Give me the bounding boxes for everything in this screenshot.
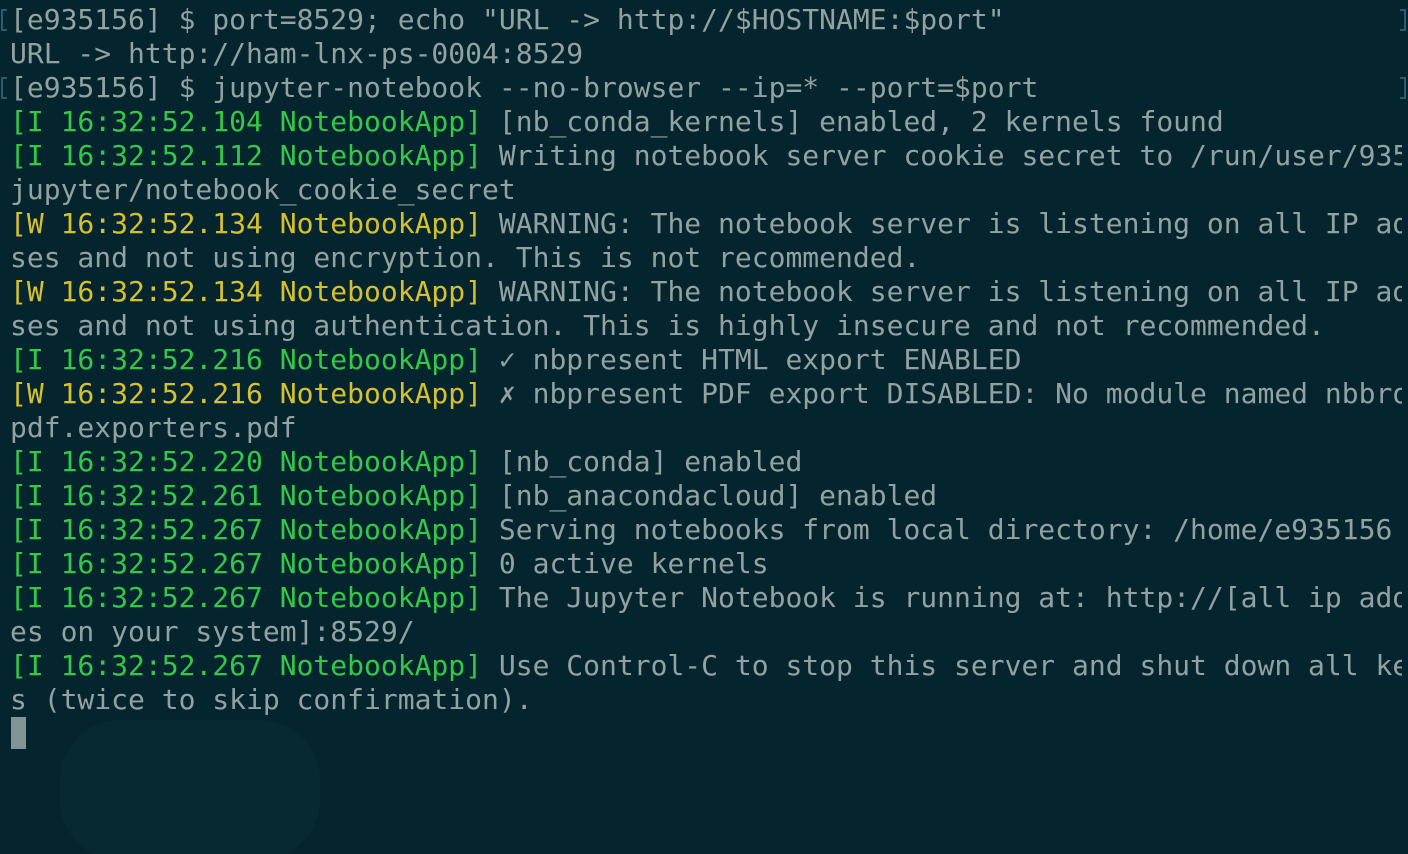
terminal-line: [e935156] $ jupyter-notebook --no-browse…: [10, 71, 1402, 105]
log-message: s (twice to skip confirmation).: [10, 683, 533, 716]
terminal-line: URL -> http://ham-lnx-ps-0004:8529: [10, 37, 1402, 71]
terminal-line: [I 16:32:52.267 NotebookApp] 0 active ke…: [10, 547, 1402, 581]
log-prefix-warning: [W 16:32:52.134 NotebookApp]: [10, 207, 483, 240]
log-message: ses and not using authentication. This i…: [10, 309, 1325, 342]
log-prefix-warning: [W 16:32:52.216 NotebookApp]: [10, 377, 483, 410]
log-prefix-info: [I 16:32:52.104 NotebookApp]: [10, 105, 483, 138]
terminal-line: [W 16:32:52.134 NotebookApp] WARNING: Th…: [10, 275, 1402, 309]
log-prefix-info: [I 16:32:52.261 NotebookApp]: [10, 479, 483, 512]
terminal-line: ses and not using encryption. This is no…: [10, 241, 1402, 275]
log-message: [nb_conda_kernels] enabled, 2 kernels fo…: [482, 105, 1224, 138]
terminal-line: es on your system]:8529/: [10, 615, 1402, 649]
log-message: Serving notebooks from local directory: …: [482, 513, 1393, 546]
log-message: WARNING: The notebook server is listenin…: [482, 275, 1402, 308]
terminal-line: [e935156] $ port=8529; echo "URL -> http…: [10, 3, 1402, 37]
log-message: ✓ nbpresent HTML export ENABLED: [482, 343, 1022, 376]
background-shadow: [60, 720, 320, 854]
log-message: 0 active kernels: [482, 547, 769, 580]
terminal-line: ses and not using authentication. This i…: [10, 309, 1402, 343]
log-prefix-info: [I 16:32:52.112 NotebookApp]: [10, 139, 483, 172]
terminal-output: [e935156] $ port=8529; echo "URL -> http…: [10, 3, 1402, 717]
prompt-mark-icon: [1, 77, 7, 99]
terminal-line: [I 16:32:52.216 NotebookApp] ✓ nbpresent…: [10, 343, 1402, 377]
log-message: WARNING: The notebook server is listenin…: [482, 207, 1402, 240]
terminal-window[interactable]: [e935156] $ port=8529; echo "URL -> http…: [0, 0, 1408, 854]
log-message: pdf.exporters.pdf: [10, 411, 297, 444]
log-message: URL -> http://ham-lnx-ps-0004:8529: [10, 37, 584, 70]
log-message: es on your system]:8529/: [10, 615, 415, 648]
terminal-line: [W 16:32:52.134 NotebookApp] WARNING: Th…: [10, 207, 1402, 241]
log-message: ✗ nbpresent PDF export DISABLED: No modu…: [482, 377, 1402, 410]
log-prefix-info: [I 16:32:52.267 NotebookApp]: [10, 547, 483, 580]
terminal-line: jupyter/notebook_cookie_secret: [10, 173, 1402, 207]
log-message: Writing notebook server cookie secret to…: [482, 139, 1402, 172]
terminal-line: pdf.exporters.pdf: [10, 411, 1402, 445]
log-message: jupyter/notebook_cookie_secret: [10, 173, 516, 206]
log-message: ses and not using encryption. This is no…: [10, 241, 921, 274]
terminal-line: [I 16:32:52.267 NotebookApp] Serving not…: [10, 513, 1402, 547]
log-prefix-info: [I 16:32:52.267 NotebookApp]: [10, 649, 483, 682]
log-prefix-info: [I 16:32:52.216 NotebookApp]: [10, 343, 483, 376]
log-message: Use Control-C to stop this server and sh…: [482, 649, 1402, 682]
terminal-line: s (twice to skip confirmation).: [10, 683, 1402, 717]
prompt-text: [e935156] $ jupyter-notebook --no-browse…: [10, 71, 1039, 104]
log-prefix-info: [I 16:32:52.267 NotebookApp]: [10, 581, 483, 614]
prompt-text: [e935156] $ port=8529; echo "URL -> http…: [10, 3, 1005, 36]
log-message: [nb_anacondacloud] enabled: [482, 479, 938, 512]
log-message: [nb_conda] enabled: [482, 445, 803, 478]
terminal-cursor: [11, 717, 26, 749]
log-prefix-info: [I 16:32:52.267 NotebookApp]: [10, 513, 483, 546]
terminal-line: [I 16:32:52.112 NotebookApp] Writing not…: [10, 139, 1402, 173]
terminal-line: [I 16:32:52.261 NotebookApp] [nb_anacond…: [10, 479, 1402, 513]
terminal-line: [I 16:32:52.104 NotebookApp] [nb_conda_k…: [10, 105, 1402, 139]
terminal-line: [W 16:32:52.216 NotebookApp] ✗ nbpresent…: [10, 377, 1402, 411]
prompt-mark-icon: [1, 9, 7, 31]
log-message: The Jupyter Notebook is running at: http…: [482, 581, 1402, 614]
terminal-line: [I 16:32:52.267 NotebookApp] Use Control…: [10, 649, 1402, 683]
log-prefix-warning: [W 16:32:52.134 NotebookApp]: [10, 275, 483, 308]
terminal-line: [I 16:32:52.220 NotebookApp] [nb_conda] …: [10, 445, 1402, 479]
log-prefix-info: [I 16:32:52.220 NotebookApp]: [10, 445, 483, 478]
terminal-line: [I 16:32:52.267 NotebookApp] The Jupyter…: [10, 581, 1402, 615]
